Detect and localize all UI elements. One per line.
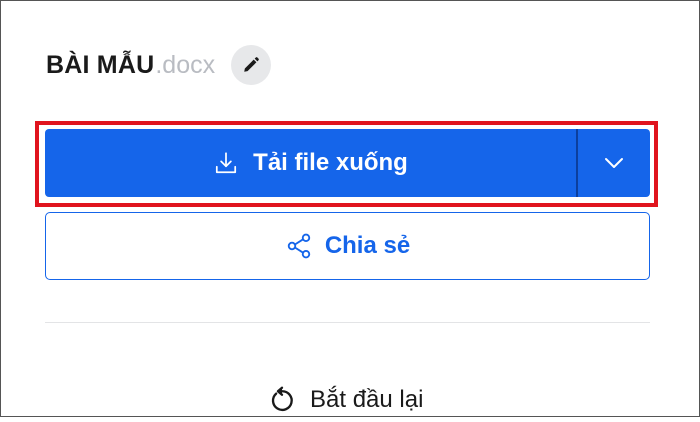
file-name: BÀI MẪU (46, 50, 155, 79)
highlight-box (35, 121, 658, 207)
pencil-icon (242, 56, 260, 74)
share-button[interactable]: Chia sẻ (45, 212, 650, 280)
share-icon (285, 232, 313, 260)
file-title-row: BÀI MẪU .docx (46, 44, 272, 86)
section-divider (45, 322, 650, 323)
restart-button-label: Bắt đầu lại (310, 386, 424, 413)
restart-button[interactable]: Bắt đầu lại (268, 378, 423, 422)
share-button-label: Chia sẻ (324, 232, 411, 259)
file-extension: .docx (155, 50, 216, 79)
edit-filename-button[interactable] (231, 45, 272, 85)
restart-icon (268, 386, 296, 414)
